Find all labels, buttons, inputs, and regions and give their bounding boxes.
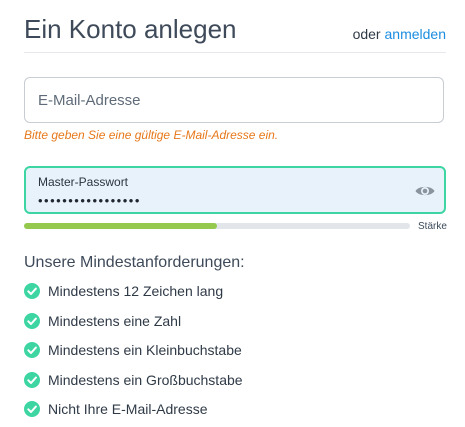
check-circle-icon [24,371,40,388]
check-circle-icon [24,342,40,358]
strength-label: Stärke [418,221,447,232]
requirement-label: Mindestens ein Kleinbuchstabe [48,342,242,358]
check-circle-icon [24,401,40,417]
strength-meter [24,223,410,229]
requirement-label: Mindestens eine Zahl [48,312,182,329]
password-label: Master-Passwort [38,175,129,189]
email-error-message: Bitte geben Sie eine gültige E-Mail-Adre… [24,128,279,142]
strength-meter-fill [24,223,217,229]
eye-icon[interactable] [414,180,436,202]
password-input[interactable]: ••••••••••••••••• [38,193,141,208]
requirement-label: Mindestens 12 Zeichen lang [48,283,224,299]
page-header: Ein Konto anlegen oder anmelden [24,12,446,53]
login-prompt: oder anmelden [353,26,446,42]
email-field[interactable] [24,77,444,123]
login-link[interactable]: anmelden [385,26,447,42]
password-field[interactable]: Master-Passwort ••••••••••••••••• [24,166,446,214]
requirement-label: Nicht Ihre E-Mail-Adresse [48,401,208,417]
page-title: Ein Konto anlegen [24,14,237,44]
check-circle-icon [24,283,40,299]
login-prompt-text: oder [352,26,381,42]
requirement-label: Mindestens ein Großbuchstabe [48,371,243,388]
check-circle-icon [24,312,40,329]
email-input[interactable] [38,78,418,122]
requirements-heading: Unsere Mindestanforderungen: [24,254,245,271]
